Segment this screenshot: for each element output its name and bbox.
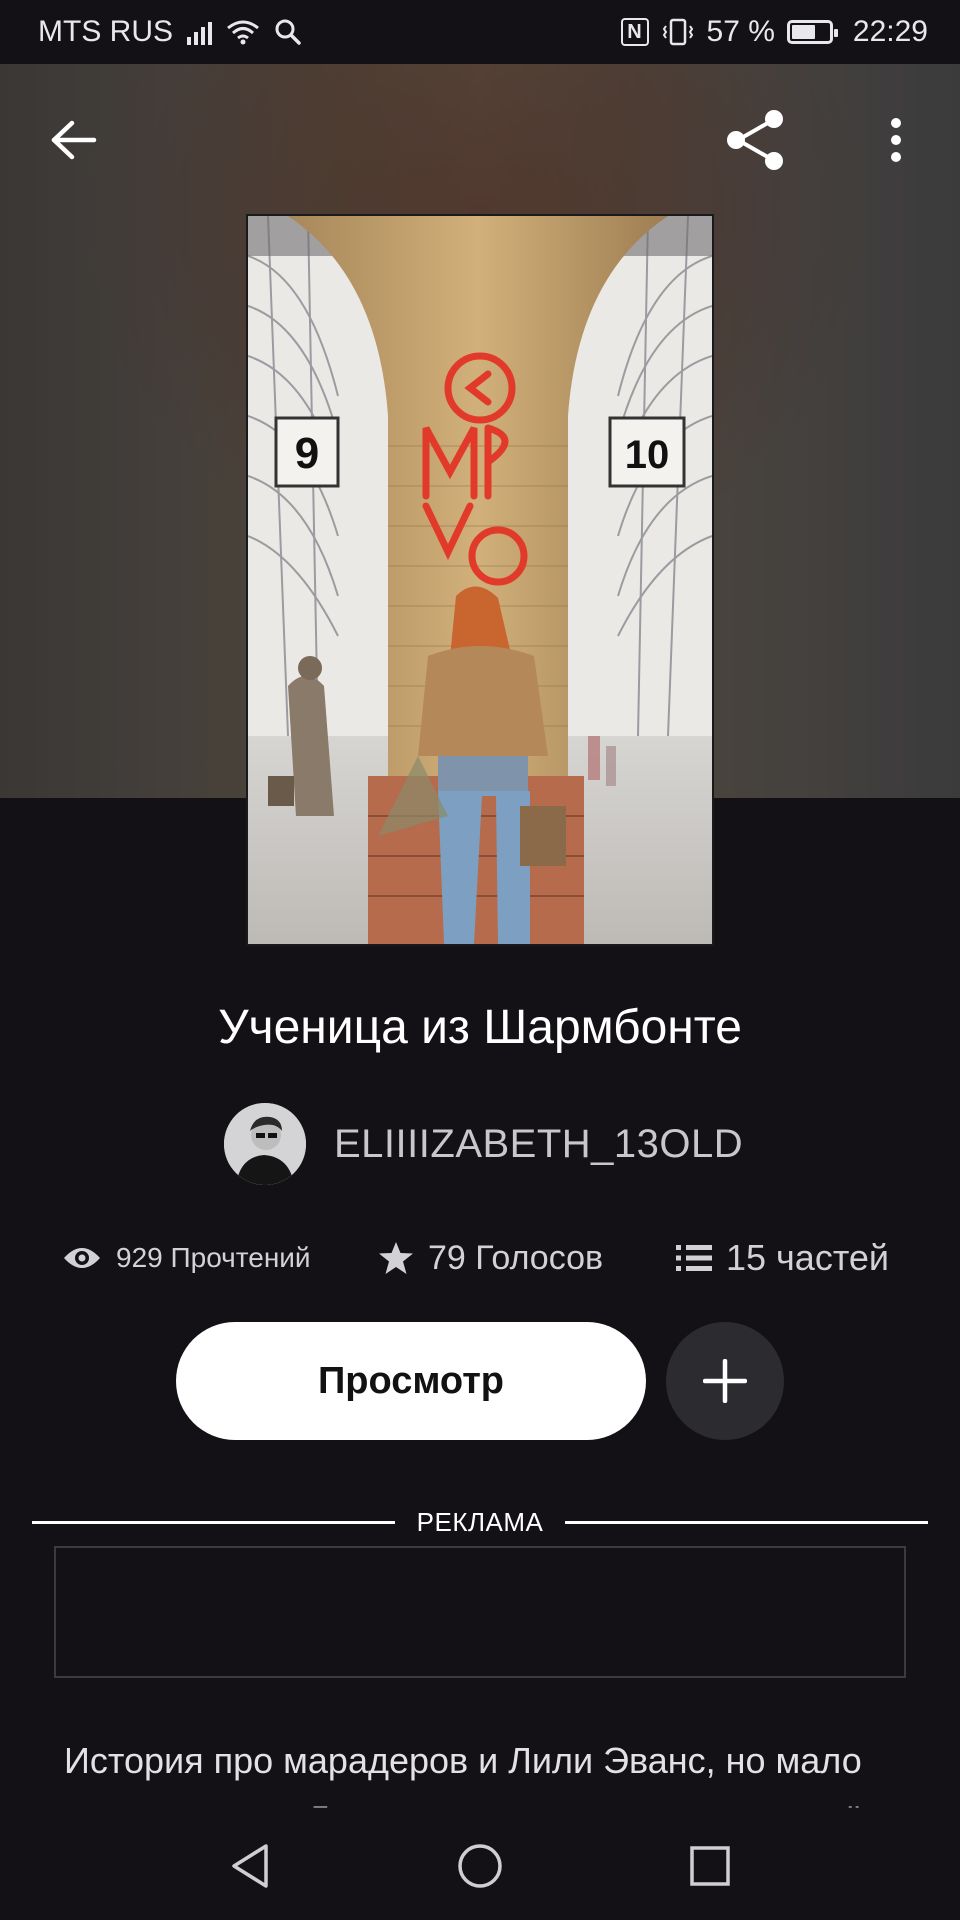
square-recents-icon xyxy=(690,1846,730,1886)
carrier-name: MTS RUS xyxy=(38,15,173,48)
nav-back-button[interactable] xyxy=(210,1826,290,1906)
reads-stat: 929 Прочтений xyxy=(62,1228,311,1288)
arrow-left-icon xyxy=(51,120,97,160)
share-button[interactable] xyxy=(716,100,796,180)
ad-divider-line-left xyxy=(32,1520,395,1524)
plus-icon xyxy=(703,1359,747,1403)
triangle-back-icon xyxy=(232,1844,268,1888)
nav-recents-button[interactable] xyxy=(670,1826,750,1906)
search-icon xyxy=(275,19,301,45)
more-vertical-icon xyxy=(891,118,901,162)
avatar xyxy=(224,1103,306,1185)
eye-icon xyxy=(64,1248,100,1268)
book-cover[interactable]: 9 10 xyxy=(246,214,714,946)
story-title: Ученица из Шармбонте xyxy=(218,1001,742,1054)
back-button[interactable] xyxy=(34,100,114,180)
cover-sign-left: 9 xyxy=(295,429,319,478)
star-icon xyxy=(379,1242,413,1274)
signal-icon xyxy=(187,19,212,45)
clock: 22:29 xyxy=(852,15,928,48)
author-name: ELIIIIZABETH_13OLD xyxy=(334,1121,744,1166)
cover-illustration: 9 10 xyxy=(248,216,712,944)
reads-count: 929 Прочтений xyxy=(116,1242,311,1273)
share-icon xyxy=(727,110,783,170)
nav-home-button[interactable] xyxy=(440,1826,520,1906)
author-link[interactable]: ELIIIIZABETH_13OLD xyxy=(224,1103,743,1185)
story-stats: 929 Прочтений 79 Голосов 15 частей xyxy=(0,1228,960,1288)
vibrate-icon xyxy=(662,18,693,46)
cover-sign-right: 10 xyxy=(625,433,670,477)
status-bar: MTS RUS N 57 % 22:29 xyxy=(0,0,960,64)
ad-divider: РЕКЛАМА xyxy=(32,1502,929,1542)
votes-count: 79 Голосов xyxy=(428,1238,604,1277)
read-button[interactable]: Просмотр xyxy=(176,1322,646,1440)
parts-count: 15 частей xyxy=(726,1237,890,1278)
ad-slot[interactable] xyxy=(54,1546,906,1678)
status-left: MTS RUS xyxy=(38,15,302,49)
parts-stat: 15 частей xyxy=(676,1228,889,1288)
nfc-icon: N xyxy=(620,18,649,46)
add-to-library-button[interactable] xyxy=(666,1322,784,1440)
circle-home-icon xyxy=(458,1844,502,1888)
votes-stat: 79 Голосов xyxy=(378,1228,603,1288)
status-right: N 57 % 22:29 xyxy=(620,15,928,49)
ad-divider-line-right xyxy=(565,1520,929,1524)
more-options-button[interactable] xyxy=(856,100,936,180)
list-icon xyxy=(676,1245,712,1271)
ad-label: РЕКЛАМА xyxy=(416,1506,544,1537)
top-toolbar xyxy=(0,100,960,180)
battery-icon xyxy=(786,20,838,44)
wifi-icon xyxy=(227,20,259,45)
system-nav-bar xyxy=(0,1812,960,1920)
battery-percent: 57 % xyxy=(706,15,775,48)
